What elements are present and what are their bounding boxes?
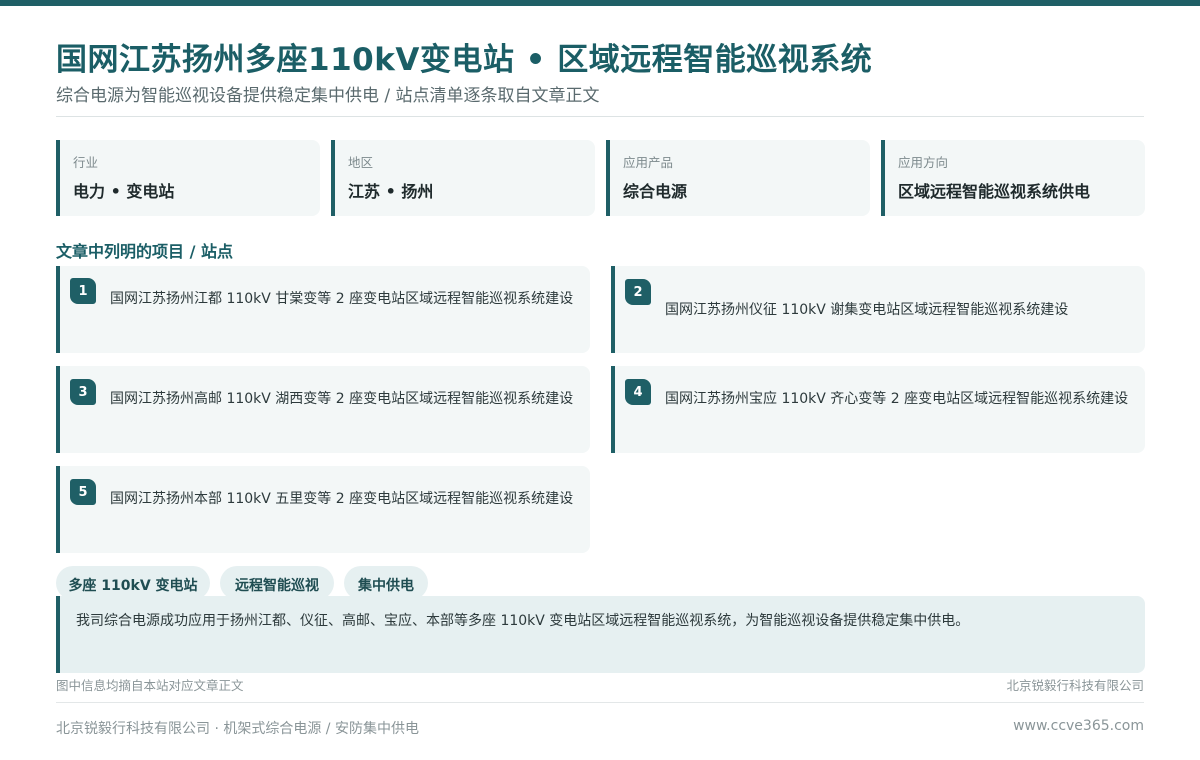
summary-box: 我司综合电源成功应用于扬州江都、仪征、高邮、宝应、本部等多座 110kV 变电站… <box>56 596 1145 673</box>
info-card-label: 应用产品 <box>623 155 674 170</box>
project-item-3: 3 国网江苏扬州高邮 110kV 湖西变等 2 座变电站区域远程智能巡视系统建设 <box>56 366 590 453</box>
info-card-region: 地区 江苏 • 扬州 <box>331 140 595 216</box>
project-item-text: 国网江苏扬州本部 110kV 五里变等 2 座变电站区域远程智能巡视系统建设 <box>110 491 574 507</box>
project-item-text: 国网江苏扬州仪征 110kV 谢集变电站区域远程智能巡视系统建设 <box>665 302 1069 318</box>
project-item-text: 国网江苏扬州宝应 110kV 齐心变等 2 座变电站区域远程智能巡视系统建设 <box>665 391 1129 407</box>
info-card-label: 地区 <box>348 155 374 170</box>
page-subtitle: 综合电源为智能巡视设备提供稳定集中供电 / 站点清单逐条取自文章正文 <box>56 86 600 106</box>
project-item-1: 1 国网江苏扬州江都 110kV 甘棠变等 2 座变电站区域远程智能巡视系统建设 <box>56 266 590 353</box>
info-card-value: 区域远程智能巡视系统供电 <box>898 182 1091 201</box>
info-card-industry: 行业 电力 • 变电站 <box>56 140 320 216</box>
project-number-badge: 4 <box>625 379 651 405</box>
footer-divider <box>56 702 1144 703</box>
header-divider <box>56 116 1144 117</box>
source-note: 图中信息均摘自本站对应文章正文 <box>56 678 244 693</box>
info-card-row: 行业 电力 • 变电站 地区 江苏 • 扬州 应用产品 综合电源 应用方向 区域… <box>56 140 1145 216</box>
project-number-badge: 1 <box>70 278 96 304</box>
project-number-badge: 3 <box>70 379 96 405</box>
company-note: 北京锐毅行科技有限公司 <box>1006 678 1144 693</box>
project-item-2: 2 国网江苏扬州仪征 110kV 谢集变电站区域远程智能巡视系统建设 <box>611 266 1145 353</box>
footer-company-text: 北京锐毅行科技有限公司 · 机架式综合电源 / 安防集中供电 <box>56 721 419 737</box>
project-number-badge: 5 <box>70 479 96 505</box>
top-accent-bar <box>0 0 1200 6</box>
info-card-value: 电力 • 变电站 <box>73 182 175 201</box>
project-item-text: 国网江苏扬州高邮 110kV 湖西变等 2 座变电站区域远程智能巡视系统建设 <box>110 391 574 407</box>
info-card-value: 江苏 • 扬州 <box>348 182 434 201</box>
info-card-label: 行业 <box>73 155 99 170</box>
info-card-application: 应用方向 区域远程智能巡视系统供电 <box>881 140 1145 216</box>
projects-section-title: 文章中列明的项目 / 站点 <box>56 242 233 261</box>
keyword-tag: 远程智能巡视 <box>220 566 334 600</box>
project-item-5: 5 国网江苏扬州本部 110kV 五里变等 2 座变电站区域远程智能巡视系统建设 <box>56 466 590 553</box>
keyword-tag: 集中供电 <box>344 566 428 600</box>
keyword-tag: 多座 110kV 变电站 <box>56 566 210 600</box>
project-number-badge: 2 <box>625 279 651 305</box>
page-title: 国网江苏扬州多座110kV变电站 • 区域远程智能巡视系统 <box>56 42 873 78</box>
project-item-4: 4 国网江苏扬州宝应 110kV 齐心变等 2 座变电站区域远程智能巡视系统建设 <box>611 366 1145 453</box>
info-card-value: 综合电源 <box>623 182 688 201</box>
project-item-text: 国网江苏扬州江都 110kV 甘棠变等 2 座变电站区域远程智能巡视系统建设 <box>110 291 574 307</box>
info-card-label: 应用方向 <box>898 155 949 170</box>
info-card-product: 应用产品 综合电源 <box>606 140 870 216</box>
footer-website: www.ccve365.com <box>1013 718 1144 734</box>
